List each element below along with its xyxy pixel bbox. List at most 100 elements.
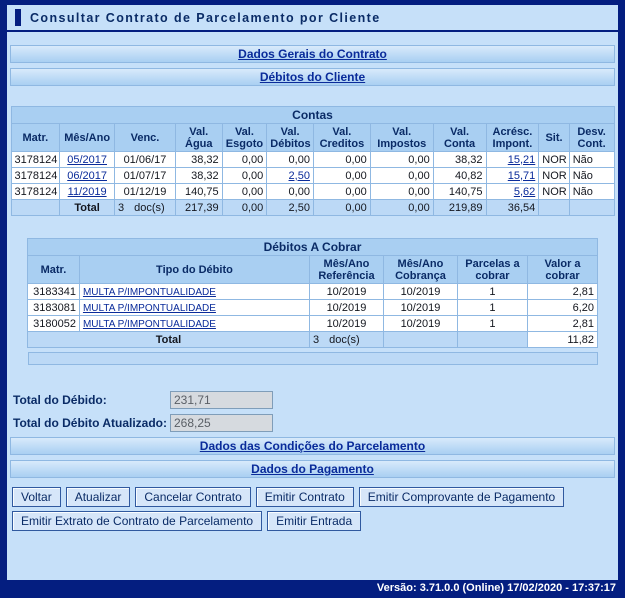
- debitos-table-title: Débitos A Cobrar: [27, 239, 597, 256]
- atualizar-button[interactable]: Atualizar: [66, 487, 131, 507]
- contas-total-acresc: 36,54: [486, 200, 539, 216]
- col-header-mes-ano-referencia: Mês/Ano Referência: [309, 256, 383, 284]
- cell-valor: 2,81: [527, 284, 597, 300]
- emitir-extrato-button[interactable]: Emitir Extrato de Contrato de Parcelamen…: [12, 511, 262, 531]
- contas-table-title: Contas: [11, 107, 614, 124]
- val-debitos-link[interactable]: 2,50: [289, 170, 310, 182]
- cell-referencia: 10/2019: [309, 316, 383, 332]
- contas-total-val-impostos: 0,00: [370, 200, 433, 216]
- total-atualizado-input[interactable]: [170, 414, 273, 432]
- contas-total-label: Total: [60, 200, 115, 216]
- cell-venc: 01/07/17: [115, 168, 176, 184]
- cell-desv: Não: [569, 152, 614, 168]
- contas-total-val-creditos: 0,00: [313, 200, 370, 216]
- cell-val-creditos: 0,00: [313, 184, 370, 200]
- table-row: 3178124 06/2017 01/07/17 38,32 0,00 2,50…: [11, 168, 614, 184]
- debitos-total-valor: 11,82: [527, 332, 597, 348]
- col-header-val-impostos: Val. Impostos: [370, 124, 433, 152]
- col-header-parcelas: Parcelas a cobrar: [457, 256, 527, 284]
- button-row-2: Emitir Extrato de Contrato de Parcelamen…: [12, 511, 618, 531]
- cell-val-conta: 40,82: [433, 168, 486, 184]
- cell-parcelas: 1: [457, 284, 527, 300]
- cell-valor: 2,81: [527, 316, 597, 332]
- total-atualizado-line: Total do Débito Atualizado:: [13, 414, 618, 432]
- cell-matr: 3178124: [11, 184, 60, 200]
- cell-parcelas: 1: [457, 316, 527, 332]
- debitos-header-row: Matr. Tipo do Débito Mês/Ano Referência …: [27, 256, 597, 284]
- contas-total-val-esgoto: 0,00: [222, 200, 267, 216]
- cell-val-esgoto: 0,00: [222, 168, 267, 184]
- acresc-link[interactable]: 15,71: [508, 170, 536, 182]
- cell-referencia: 10/2019: [309, 300, 383, 316]
- cell-parcelas: 1: [457, 300, 527, 316]
- col-header-val-agua: Val. Água: [175, 124, 222, 152]
- footer-bar: Versão: 3.71.0.0 (Online) 17/02/2020 - 1…: [0, 580, 625, 598]
- contas-table-title-row: Contas: [11, 107, 614, 124]
- total-debido-line: Total do Débido:: [13, 391, 618, 409]
- table-row: 3178124 11/2019 01/12/19 140,75 0,00 0,0…: [11, 184, 614, 200]
- table-row: 3183341 MULTA P/IMPONTUALIDADE 10/2019 1…: [27, 284, 597, 300]
- cell-venc: 01/12/19: [115, 184, 176, 200]
- total-debido-input[interactable]: [170, 391, 273, 409]
- total-atualizado-label: Total do Débito Atualizado:: [13, 416, 170, 430]
- mes-ano-link[interactable]: 05/2017: [67, 154, 107, 166]
- acresc-link[interactable]: 5,62: [514, 186, 535, 198]
- debitos-footer-bar: [28, 352, 598, 365]
- cell-val-esgoto: 0,00: [222, 152, 267, 168]
- cell-val-creditos: 0,00: [313, 152, 370, 168]
- section-condicoes-parcelamento-link[interactable]: Dados das Condições do Parcelamento: [200, 439, 425, 453]
- contas-total-val-conta: 219,89: [433, 200, 486, 216]
- section-dados-gerais[interactable]: Dados Gerais do Contrato: [10, 45, 615, 63]
- totals-panel: Total do Débido: Total do Débito Atualiz…: [13, 391, 618, 432]
- tipo-debito-link[interactable]: MULTA P/IMPONTUALIDADE: [83, 319, 216, 330]
- col-header-matr: Matr.: [11, 124, 60, 152]
- acresc-link[interactable]: 15,21: [508, 154, 536, 166]
- cell-val-agua: 140,75: [175, 184, 222, 200]
- cell-matr: 3183341: [27, 284, 79, 300]
- total-debido-label: Total do Débido:: [13, 393, 170, 407]
- content-area: Consultar Contrato de Parcelamento por C…: [7, 5, 618, 580]
- cell-val-impostos: 0,00: [370, 184, 433, 200]
- col-header-val-debitos: Val. Débitos: [267, 124, 314, 152]
- contas-total-val-agua: 217,39: [175, 200, 222, 216]
- col-header-tipo-debito: Tipo do Débito: [79, 256, 309, 284]
- cell-valor: 6,20: [527, 300, 597, 316]
- col-header-val-esgoto: Val. Esgoto: [222, 124, 267, 152]
- contas-total-row: Total 3doc(s) 217,39 0,00 2,50 0,00 0,00…: [11, 200, 614, 216]
- cell-val-debitos: 0,00: [267, 152, 314, 168]
- mes-ano-link[interactable]: 11/2019: [68, 186, 107, 198]
- cancelar-contrato-button[interactable]: Cancelar Contrato: [135, 487, 250, 507]
- section-condicoes-parcelamento[interactable]: Dados das Condições do Parcelamento: [10, 437, 615, 455]
- section-dados-gerais-link[interactable]: Dados Gerais do Contrato: [238, 47, 387, 61]
- tipo-debito-link[interactable]: MULTA P/IMPONTUALIDADE: [83, 303, 216, 314]
- emitir-entrada-button[interactable]: Emitir Entrada: [267, 511, 361, 531]
- tipo-debito-link[interactable]: MULTA P/IMPONTUALIDADE: [83, 287, 216, 298]
- page-title: Consultar Contrato de Parcelamento por C…: [30, 11, 381, 25]
- section-dados-pagamento-link[interactable]: Dados do Pagamento: [251, 462, 374, 476]
- cell-val-conta: 140,75: [433, 184, 486, 200]
- cell-cobranca: 10/2019: [383, 284, 457, 300]
- col-header-venc: Venc.: [115, 124, 176, 152]
- cell-desv: Não: [569, 184, 614, 200]
- col-header-matr: Matr.: [27, 256, 79, 284]
- debitos-total-label: Total: [27, 332, 309, 348]
- title-accent: [15, 9, 21, 26]
- debitos-total-docs: 3doc(s): [309, 332, 383, 348]
- table-row: 3180052 MULTA P/IMPONTUALIDADE 10/2019 1…: [27, 316, 597, 332]
- emitir-comprovante-button[interactable]: Emitir Comprovante de Pagamento: [359, 487, 564, 507]
- section-debitos-cliente[interactable]: Débitos do Cliente: [10, 68, 615, 86]
- contas-total-val-debitos: 2,50: [267, 200, 314, 216]
- col-header-mes-ano-cobranca: Mês/Ano Cobrança: [383, 256, 457, 284]
- emitir-contrato-button[interactable]: Emitir Contrato: [256, 487, 354, 507]
- contas-table: Contas Matr. Mês/Ano Venc. Val. Água Val…: [11, 106, 615, 216]
- table-row: 3183081 MULTA P/IMPONTUALIDADE 10/2019 1…: [27, 300, 597, 316]
- voltar-button[interactable]: Voltar: [12, 487, 61, 507]
- button-row-1: Voltar Atualizar Cancelar Contrato Emiti…: [12, 487, 618, 507]
- cell-sit: NOR: [539, 168, 569, 184]
- cell-val-conta: 38,32: [433, 152, 486, 168]
- table-row: 3178124 05/2017 01/06/17 38,32 0,00 0,00…: [11, 152, 614, 168]
- mes-ano-link[interactable]: 06/2017: [67, 170, 107, 182]
- section-debitos-cliente-link[interactable]: Débitos do Cliente: [260, 70, 365, 84]
- col-header-val-conta: Val. Conta: [433, 124, 486, 152]
- section-dados-pagamento[interactable]: Dados do Pagamento: [10, 460, 615, 478]
